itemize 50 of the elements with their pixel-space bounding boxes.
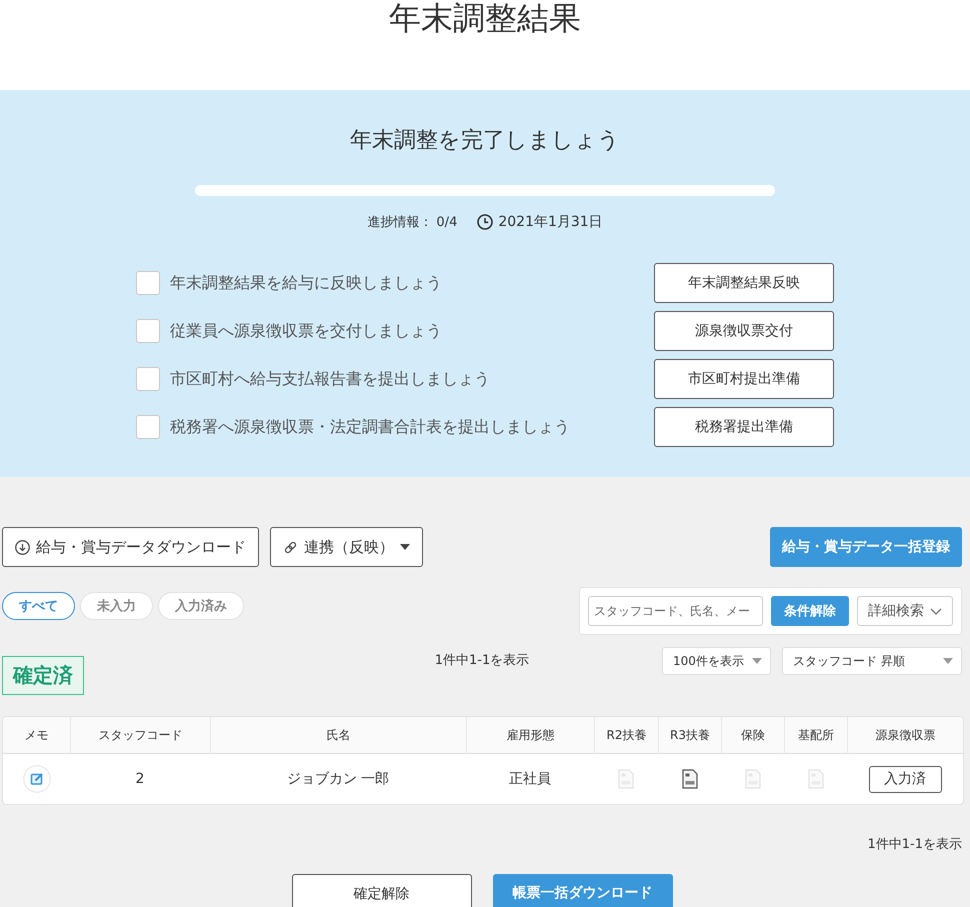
task-button[interactable]: 年末調整結果反映 <box>654 263 834 303</box>
task-label: 税務署へ源泉徴収票・法定調書合計表を提出しましょう <box>170 416 570 438</box>
table-cell-text: 正社員 <box>508 770 552 789</box>
filter-tab[interactable]: 未入力 <box>80 592 153 620</box>
task-button[interactable]: 市区町村提出準備 <box>654 359 834 399</box>
chevron-down-icon <box>930 608 942 614</box>
column-header: R3扶養 <box>658 717 721 754</box>
document-icon[interactable] <box>682 769 698 789</box>
column-header: 氏名 <box>210 717 466 754</box>
task-checkbox[interactable] <box>136 415 160 439</box>
unconfirm-button[interactable]: 確定解除 <box>292 874 472 907</box>
sort-select[interactable]: スタッフコード 昇順 <box>782 647 962 675</box>
status-badge: 確定済 <box>2 656 84 695</box>
task-button[interactable]: 源泉徴収票交付 <box>654 311 834 351</box>
task-label: 従業員へ源泉徴収票を交付しましょう <box>170 320 442 342</box>
download-icon <box>15 540 30 554</box>
column-header: 源泉徴収票 <box>847 717 963 754</box>
clock-icon <box>477 214 494 230</box>
caret-icon <box>400 544 410 550</box>
task-checkbox[interactable] <box>136 271 160 295</box>
column-header: R2扶養 <box>594 717 658 754</box>
advanced-search-button[interactable]: 詳細検索 <box>857 596 953 626</box>
page-title: 年末調整結果 <box>389 0 581 39</box>
task-checkbox[interactable] <box>136 367 160 391</box>
task-label: 年末調整結果を給与に反映しましょう <box>170 272 442 294</box>
download-button[interactable]: 給与・賞与データダウンロード <box>2 527 259 567</box>
result-count: 1件中1-1を表示 <box>434 652 530 670</box>
task-checkbox[interactable] <box>136 319 160 343</box>
progress-status: 進捗情報： 0/4 <box>367 214 458 231</box>
edit-note-icon[interactable] <box>22 765 50 793</box>
link-button[interactable]: 連携（反映） <box>270 527 423 567</box>
table-cell-text: 2 <box>134 770 146 789</box>
column-header: 保険 <box>721 717 784 754</box>
column-header: 基配所 <box>784 717 847 754</box>
caret-icon <box>752 658 762 664</box>
column-header: スタッフコード <box>70 717 210 754</box>
column-header: メモ <box>3 717 70 754</box>
column-header: 雇用形態 <box>466 717 594 754</box>
panel-heading: 年末調整を完了しましょう <box>349 127 621 155</box>
task-button[interactable]: 税務署提出準備 <box>654 407 834 447</box>
table-cell-text: ジョブカン 一郎 <box>286 770 390 789</box>
search-field[interactable]: スタッフコード、氏名、メー <box>588 596 763 626</box>
link-icon <box>283 540 298 554</box>
deadline-date: 2021年1月31日 <box>498 213 603 231</box>
filter-tab[interactable]: 入力済み <box>158 592 244 620</box>
task-label: 市区町村へ給与支払報告書を提出しましょう <box>170 368 490 390</box>
caret-icon <box>943 658 953 664</box>
result-count: 1件中1-1を表示 <box>867 837 962 852</box>
withholding-button[interactable]: 入力済 <box>868 766 942 792</box>
page-size-select[interactable]: 100件を表示 <box>662 647 771 675</box>
